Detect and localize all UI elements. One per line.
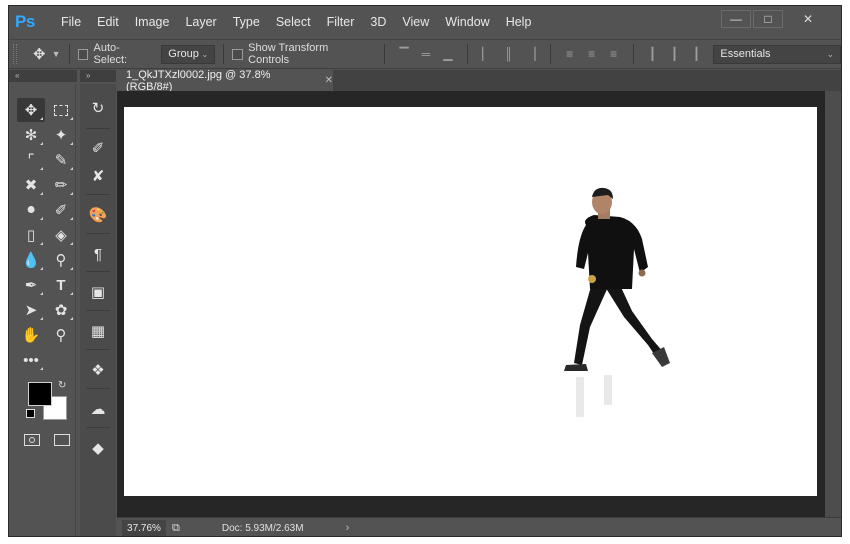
clone-stamp-icon[interactable]: ⚫ <box>17 198 45 222</box>
menu-view[interactable]: View <box>394 6 437 38</box>
distribute-hcenter-icon[interactable]: ┃ <box>664 44 686 64</box>
menu-image[interactable]: Image <box>127 6 178 38</box>
document-size-info[interactable]: Doc: 5.93M/2.63M <box>222 523 304 534</box>
align-right-icon[interactable]: ▕ <box>520 44 542 64</box>
align-hcenter-icon[interactable]: ║ <box>498 44 520 64</box>
document-tab-bar: 1_QkJTXzl0002.jpg @ 37.8% (RGB/8#) ✕ <box>117 68 841 93</box>
default-colors-icon[interactable] <box>26 409 35 418</box>
swap-colors-icon[interactable]: ↻ <box>58 380 66 391</box>
vertical-scrollbar[interactable] <box>825 91 841 519</box>
minimize-icon[interactable]: — <box>721 10 751 28</box>
document-canvas[interactable] <box>124 107 817 496</box>
align-left-icon[interactable]: ▏ <box>476 44 498 64</box>
dodge-tool-icon[interactable]: ⚲ <box>47 248 75 272</box>
align-top-icon[interactable]: ▔ <box>393 44 415 64</box>
auto-select-checkbox[interactable] <box>77 48 89 60</box>
chevron-down-icon: ⌄ <box>201 49 209 59</box>
path-select-icon[interactable]: ➤ <box>17 298 45 322</box>
document-tab-title: 1_QkJTXzl0002.jpg @ 37.8% (RGB/8#) <box>126 68 271 93</box>
move-tool-preset-icon[interactable]: ✥ <box>33 45 46 63</box>
options-bar-grip[interactable] <box>13 44 17 64</box>
swatches-icon[interactable]: 🎨 <box>84 201 112 229</box>
tool-presets-icon[interactable]: ✘ <box>84 162 112 190</box>
menu-filter[interactable]: Filter <box>319 6 363 38</box>
lasso-tool-icon[interactable]: ✻ <box>17 123 45 147</box>
menu-select[interactable]: Select <box>268 6 319 38</box>
menu-edit[interactable]: Edit <box>89 6 127 38</box>
hand-tool-icon[interactable]: ✋ <box>17 323 45 347</box>
menu-bar: Ps File Edit Image Layer Type Select Fil… <box>9 6 841 38</box>
paths-icon[interactable]: ❖ <box>84 356 112 384</box>
more-tools-icon[interactable]: ••• <box>17 348 45 372</box>
eraser-tool-icon[interactable]: ▯ <box>17 223 45 247</box>
menu-help[interactable]: Help <box>498 6 540 38</box>
photoshop-window: Ps File Edit Image Layer Type Select Fil… <box>8 5 842 537</box>
toolbar-collapse-strip[interactable]: « <box>9 70 77 82</box>
character-panel-icon[interactable]: ¶ <box>84 240 112 268</box>
move-tool-icon[interactable]: ✥ <box>17 98 45 122</box>
crop-tool-icon[interactable]: ⌜ <box>17 148 45 172</box>
blur-tool-icon[interactable]: 💧 <box>17 248 45 272</box>
screen-mode-icon[interactable] <box>54 434 70 446</box>
auto-select-target-value: Group <box>168 48 199 60</box>
menu-3d[interactable]: 3D <box>362 6 394 38</box>
quick-mask-icon[interactable] <box>24 434 40 446</box>
window-controls: — □ ✕ <box>719 10 831 28</box>
chevron-down-icon: ⌄ <box>826 48 835 59</box>
paint-bucket-icon[interactable]: ◈ <box>47 223 75 247</box>
distribute-bottom-icon[interactable]: ≡ <box>603 44 625 64</box>
panel-collapse-strip[interactable]: » <box>80 70 116 82</box>
marquee-tool-icon[interactable] <box>47 98 75 122</box>
align-bottom-icon[interactable]: ▁ <box>437 44 459 64</box>
type-tool-icon[interactable]: T <box>47 273 75 297</box>
distribute-top-icon[interactable]: ≡ <box>559 44 581 64</box>
tools-panel: ✥ ✻ ✦ ⌜ ✎ ✖ ✏ ⚫ ✐ ▯ ◈ 💧 ⚲ ✒ T ➤ ✿ ✋ ⚲ ••… <box>12 84 76 536</box>
status-bar: 37.76% ⧉ Doc: 5.93M/2.63M › <box>117 517 841 536</box>
history-brush-icon[interactable]: ✐ <box>47 198 75 222</box>
grid-icon[interactable]: ▦ <box>84 317 112 345</box>
properties-icon[interactable]: ▣ <box>84 278 112 306</box>
menu-type[interactable]: Type <box>225 6 268 38</box>
eyedropper-tool-icon[interactable]: ✎ <box>47 148 75 172</box>
custom-shape-icon[interactable]: ✿ <box>47 298 75 322</box>
libraries-icon[interactable]: ☁ <box>84 395 112 423</box>
close-icon[interactable]: ✕ <box>325 75 333 86</box>
zoom-level-field[interactable]: 37.76% <box>122 520 166 536</box>
menu-file[interactable]: File <box>41 6 89 38</box>
panel-icon-strip: ↻ ✐ ✘ 🎨 ¶ ▣ ▦ ❖ ☁ ◆ <box>80 84 116 536</box>
layers-icon[interactable]: ◆ <box>84 434 112 462</box>
app-logo: Ps <box>15 12 35 31</box>
close-icon[interactable]: ✕ <box>785 10 831 28</box>
workspace-dropdown[interactable]: Essentials ⌄ <box>713 44 841 64</box>
auto-select-label: Auto-Select: <box>93 42 128 66</box>
export-icon[interactable]: ⧉ <box>172 522 180 535</box>
brush-tool-icon[interactable]: ✏ <box>47 173 75 197</box>
pen-tool-icon[interactable]: ✒ <box>17 273 45 297</box>
status-menu-chevron-icon[interactable]: › <box>346 522 350 534</box>
distribute-right-icon[interactable]: ┃ <box>685 44 707 64</box>
quick-select-tool-icon[interactable]: ✦ <box>47 123 75 147</box>
show-transform-label: Show Transform Controls <box>248 42 329 66</box>
history-panel-icon[interactable]: ↻ <box>84 94 112 122</box>
document-tab[interactable]: 1_QkJTXzl0002.jpg @ 37.8% (RGB/8#) ✕ <box>117 68 333 93</box>
foreground-color-swatch[interactable] <box>28 382 52 406</box>
distribute-vcenter-icon[interactable]: ≡ <box>581 44 603 64</box>
restore-icon[interactable]: □ <box>753 10 783 28</box>
menu-window[interactable]: Window <box>437 6 497 38</box>
menu-layer[interactable]: Layer <box>177 6 224 38</box>
healing-brush-icon[interactable]: ✖ <box>17 173 45 197</box>
canvas-image-dancer <box>564 187 670 417</box>
distribute-left-icon[interactable]: ┃ <box>642 44 664 64</box>
align-vcenter-icon[interactable]: ═ <box>415 44 437 64</box>
brush-settings-icon[interactable]: ✐ <box>84 134 112 162</box>
auto-select-target-dropdown[interactable]: Group ⌄ <box>161 44 216 64</box>
show-transform-checkbox[interactable] <box>232 48 244 60</box>
chevron-down-icon[interactable]: ▼ <box>52 49 61 59</box>
options-bar: ✥ ▼ Auto-Select: Group ⌄ Show Transform … <box>9 39 841 69</box>
workspace-value: Essentials <box>720 48 771 60</box>
zoom-tool-icon[interactable]: ⚲ <box>47 323 75 347</box>
